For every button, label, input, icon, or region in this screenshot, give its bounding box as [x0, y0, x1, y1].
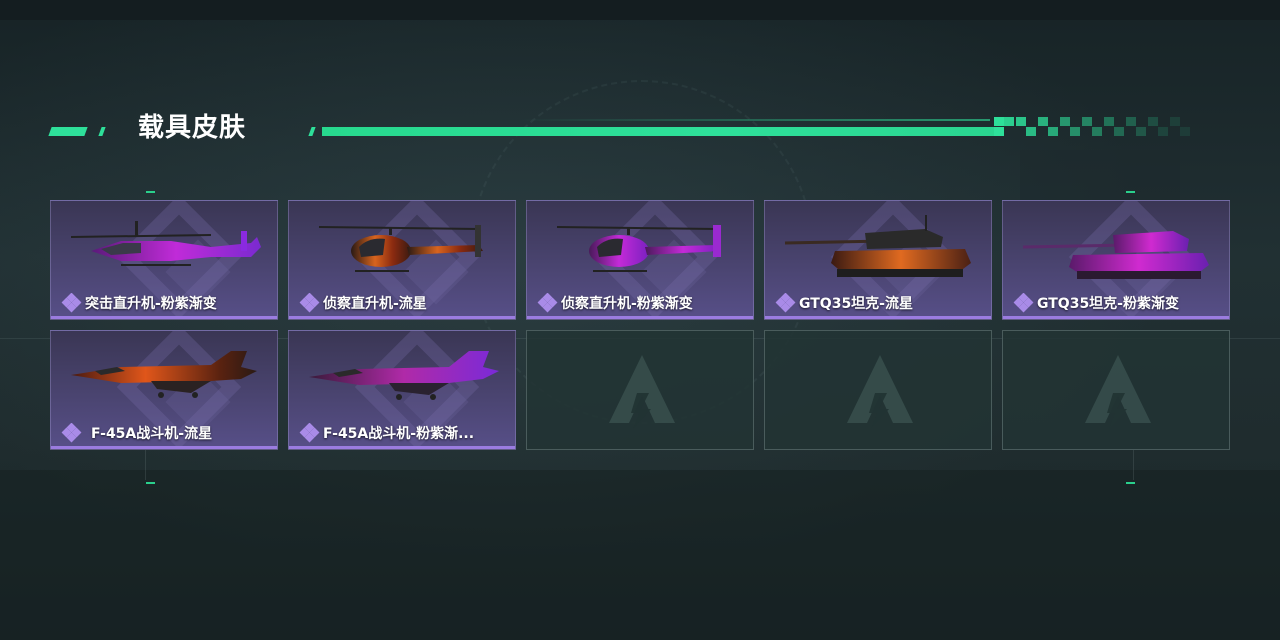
rarity-diamond-icon	[61, 293, 82, 313]
skin-name: F-45A战斗机-流星	[91, 426, 213, 442]
skin-name: F-45A战斗机-粉紫渐...	[323, 426, 475, 442]
empty-slot-logo-icon	[847, 355, 913, 429]
skin-label: F-45A战斗机-流星	[61, 423, 212, 443]
rarity-diamond-icon	[775, 293, 796, 313]
title-underline-bar	[322, 127, 994, 136]
tank-icon	[784, 215, 971, 277]
skin-label: F-45A战斗机-粉紫渐...	[299, 423, 474, 443]
skin-label: GTQ35坦克-流星	[775, 293, 913, 313]
skin-card[interactable]: GTQ35坦克-粉紫渐变	[1002, 200, 1230, 320]
skin-name: GTQ35坦克-流星	[799, 296, 913, 312]
empty-skin-slot[interactable]	[1002, 330, 1230, 450]
title-underline-thin	[520, 119, 990, 121]
skin-card[interactable]: 侦察直升机-流星	[288, 200, 516, 320]
background-ground	[0, 470, 1280, 640]
page-title: 载具皮肤	[138, 113, 247, 143]
tank-icon	[1022, 231, 1209, 279]
rarity-diamond-icon	[1013, 293, 1034, 313]
title-decoration	[98, 127, 106, 136]
fighter-jet-icon	[71, 351, 257, 398]
skin-label: GTQ35坦克-粉紫渐变	[1013, 293, 1179, 313]
skin-card[interactable]: GTQ35坦克-流星	[764, 200, 992, 320]
skin-card[interactable]: 侦察直升机-粉紫渐变	[526, 200, 754, 320]
scout-helicopter-icon	[318, 225, 483, 272]
skin-name: 突击直升机-粉紫渐变	[85, 296, 217, 312]
vehicle-skins-screen: 载具皮肤 突击直升机-粉紫渐变 侦察直升机-流星 侦察直升机-粉紫渐变 GTQ3…	[0, 0, 1280, 640]
skin-name: 侦察直升机-流星	[323, 296, 427, 312]
frame-corner-tick	[1126, 482, 1135, 484]
rarity-diamond-icon	[61, 423, 82, 443]
scout-helicopter-icon	[556, 225, 721, 272]
rarity-diamond-icon	[299, 293, 320, 313]
fighter-jet-icon	[309, 351, 499, 400]
skin-name: GTQ35坦克-粉紫渐变	[1037, 296, 1179, 312]
frame-corner-tick	[1126, 191, 1135, 193]
skin-card[interactable]: F-45A战斗机-流星	[50, 330, 278, 450]
skin-grid: 突击直升机-粉紫渐变 侦察直升机-流星 侦察直升机-粉紫渐变 GTQ35坦克-流…	[50, 200, 1230, 450]
top-bar	[0, 0, 1280, 20]
attack-helicopter-icon	[70, 221, 261, 266]
skin-card[interactable]: 突击直升机-粉紫渐变	[50, 200, 278, 320]
skin-name: 侦察直升机-粉紫渐变	[561, 296, 693, 312]
skin-label: 侦察直升机-流星	[299, 293, 427, 313]
skin-card[interactable]: F-45A战斗机-粉紫渐...	[288, 330, 516, 450]
checker-pattern-decoration	[994, 117, 1190, 136]
frame-corner-tick	[146, 482, 155, 484]
empty-skin-slot[interactable]	[526, 330, 754, 450]
rarity-diamond-icon	[537, 293, 558, 313]
frame-corner-tick	[146, 191, 155, 193]
skin-label: 侦察直升机-粉紫渐变	[537, 293, 693, 313]
empty-skin-slot[interactable]	[764, 330, 992, 450]
frame-line	[145, 450, 146, 480]
empty-slot-logo-icon	[609, 355, 675, 429]
frame-line	[1133, 450, 1134, 480]
skin-label: 突击直升机-粉紫渐变	[61, 293, 217, 313]
title-decoration	[48, 127, 88, 136]
empty-slot-logo-icon	[1085, 355, 1151, 429]
title-decoration	[308, 127, 316, 136]
rarity-diamond-icon	[299, 423, 320, 443]
